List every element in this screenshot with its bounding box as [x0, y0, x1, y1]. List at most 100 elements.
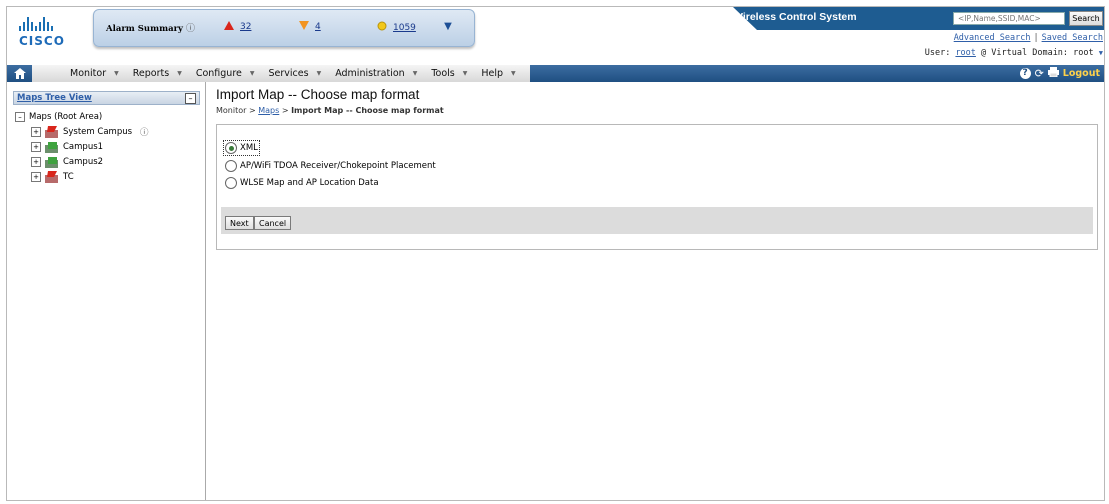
- nav-help[interactable]: Help ▼: [481, 68, 515, 79]
- radio-icon[interactable]: [225, 160, 237, 172]
- user-name-link[interactable]: root: [955, 48, 975, 58]
- maps-tree: – Maps (Root Area) + System Campus ⓘ + C…: [15, 109, 201, 184]
- nav-menu: Monitor ▼ Reports ▼ Configure ▼ Services ▼ A…: [32, 65, 530, 82]
- tree-node[interactable]: + TC: [15, 169, 201, 184]
- chevron-down-icon: ▼: [249, 70, 255, 77]
- alarm-summary-title: Alarm Summary ⓘ: [106, 21, 195, 34]
- saved-search-link[interactable]: Saved Search: [1042, 33, 1103, 43]
- alarm-summary-panel: Alarm Summary ⓘ 32 4 1059 ▼: [93, 9, 475, 47]
- user-label: User:: [924, 48, 951, 58]
- chevron-down-icon: ▼: [511, 70, 516, 77]
- major-triangle-down-icon: [299, 21, 309, 33]
- minor-count-value: 1059: [393, 22, 416, 33]
- format-option-tdoa[interactable]: AP/WiFi TDOA Receiver/Chokepoint Placeme…: [225, 160, 436, 172]
- nav-reports[interactable]: Reports ▼: [133, 68, 182, 79]
- search-input[interactable]: [953, 12, 1065, 25]
- print-icon[interactable]: [1047, 67, 1059, 80]
- nav-administration[interactable]: Administration ▼: [335, 68, 417, 79]
- chevron-down-icon: ▼: [412, 70, 418, 77]
- campus-alarm-icon: [45, 125, 58, 138]
- logout-link[interactable]: Logout: [1063, 68, 1100, 79]
- campus-ok-icon: [45, 141, 58, 153]
- format-option-xml[interactable]: XML: [223, 140, 260, 156]
- nav-services[interactable]: Services ▼: [269, 68, 322, 79]
- links-separator: |: [1033, 33, 1039, 43]
- product-title: Wireless Control System: [733, 11, 857, 23]
- domain-dropdown-icon[interactable]: ▼: [1099, 49, 1103, 57]
- chevron-down-icon: ▼: [316, 70, 322, 77]
- cancel-button[interactable]: Cancel: [254, 216, 292, 230]
- info-icon[interactable]: ⓘ: [140, 126, 149, 138]
- tree-root[interactable]: – Maps (Root Area): [15, 109, 201, 124]
- breadcrumb-current: Import Map -- Choose map format: [291, 106, 444, 115]
- tree-node-label: Campus1: [63, 141, 104, 152]
- help-icon[interactable]: ?: [1019, 68, 1031, 79]
- format-option-label: WLSE Map and AP Location Data: [240, 178, 379, 188]
- tree-root-label: Maps (Root Area): [29, 111, 103, 122]
- critical-triangle-icon: [224, 21, 234, 33]
- nav-monitor[interactable]: Monitor ▼: [70, 68, 119, 79]
- alarm-summary-label: Alarm Summary: [106, 24, 183, 34]
- tree-node-label: TC: [63, 171, 74, 182]
- critical-alarm-count[interactable]: 32: [224, 21, 251, 33]
- main-content: Import Map -- Choose map format Monitor …: [216, 87, 1098, 497]
- nav-reports-label: Reports: [132, 68, 170, 79]
- breadcrumb-separator: >: [248, 106, 256, 115]
- breadcrumb-monitor: Monitor: [216, 106, 247, 115]
- cisco-logo: CISCO: [19, 15, 99, 55]
- tree-node-label: System Campus: [63, 126, 133, 137]
- chevron-down-icon: ▼: [462, 70, 468, 77]
- chevron-down-icon: ▼: [114, 70, 119, 77]
- nav-tools[interactable]: Tools ▼: [431, 68, 467, 79]
- expand-toggle-icon[interactable]: +: [31, 126, 41, 137]
- major-count-value: 4: [315, 22, 321, 32]
- button-bar: Next Cancel: [221, 207, 1093, 234]
- next-button[interactable]: Next: [225, 216, 254, 230]
- main-nav: Monitor ▼ Reports ▼ Configure ▼ Services ▼ A…: [7, 65, 1104, 82]
- search-button[interactable]: Search: [1069, 11, 1103, 26]
- search-links: Advanced Search | Saved Search: [937, 33, 1103, 43]
- collapse-icon[interactable]: –: [185, 93, 196, 104]
- radio-selected-icon[interactable]: [225, 142, 237, 154]
- radio-icon[interactable]: [225, 177, 237, 189]
- cisco-wordmark: CISCO: [19, 34, 65, 48]
- major-alarm-count[interactable]: 4: [299, 21, 321, 33]
- nav-services-label: Services: [268, 68, 309, 79]
- campus-ok-icon: [45, 156, 58, 168]
- nav-tools-label: Tools: [431, 68, 455, 79]
- minor-alarm-count[interactable]: 1059: [377, 21, 416, 34]
- nav-utilities: ? ⟳ Logout: [1019, 67, 1100, 80]
- tree-node[interactable]: + Campus2: [15, 154, 201, 169]
- cisco-bars-icon: [19, 15, 99, 31]
- tree-node[interactable]: + Campus1: [15, 139, 201, 154]
- format-option-label: AP/WiFi TDOA Receiver/Chokepoint Placeme…: [240, 161, 436, 171]
- refresh-icon[interactable]: ⟳: [1035, 67, 1044, 80]
- tree-node[interactable]: + System Campus ⓘ: [15, 124, 201, 139]
- maps-tree-panel: Maps Tree View – – Maps (Root Area) + Sy…: [7, 82, 206, 500]
- advanced-search-link[interactable]: Advanced Search: [954, 33, 1031, 43]
- breadcrumb-maps-link[interactable]: Maps: [258, 106, 279, 115]
- format-option-label: XML: [240, 143, 258, 153]
- campus-alarm-icon: [45, 170, 58, 183]
- tree-title-link[interactable]: Maps Tree View: [17, 93, 92, 103]
- breadcrumb-separator: >: [281, 106, 289, 115]
- tree-node-label: Campus2: [63, 156, 104, 167]
- expand-toggle-icon[interactable]: +: [31, 171, 41, 182]
- format-option-wlse[interactable]: WLSE Map and AP Location Data: [225, 177, 379, 189]
- chevron-down-icon: ▼: [177, 70, 182, 77]
- collapse-toggle-icon[interactable]: –: [15, 111, 25, 122]
- nav-configure[interactable]: Configure ▼: [196, 68, 255, 79]
- critical-count-value: 32: [240, 22, 252, 32]
- alarm-dropdown-icon[interactable]: ▼: [441, 19, 455, 33]
- domain-label: @ Virtual Domain:: [981, 48, 1069, 58]
- expand-toggle-icon[interactable]: +: [31, 156, 41, 167]
- breadcrumb: Monitor > Maps > Import Map -- Choose ma…: [216, 106, 444, 115]
- domain-value: root: [1073, 48, 1094, 58]
- info-icon[interactable]: ⓘ: [186, 24, 195, 34]
- nav-configure-label: Configure: [195, 68, 242, 79]
- expand-toggle-icon[interactable]: +: [31, 141, 41, 152]
- home-icon[interactable]: [7, 65, 32, 82]
- app-window: CISCO Alarm Summary ⓘ 32 4 1059 ▼ Wirele…: [6, 6, 1105, 501]
- nav-administration-label: Administration: [335, 68, 405, 79]
- tree-header: Maps Tree View –: [13, 91, 200, 105]
